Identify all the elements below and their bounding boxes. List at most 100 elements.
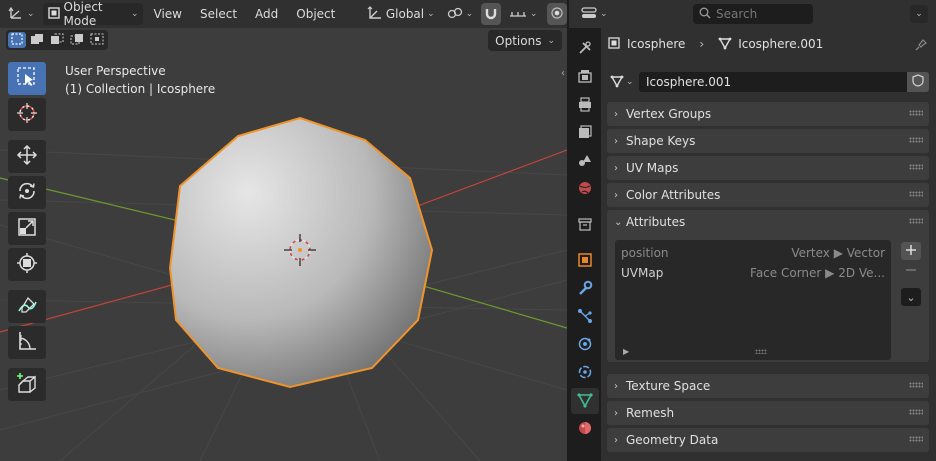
move-tool[interactable] [8, 140, 46, 173]
drag-handle-icon[interactable] [909, 110, 923, 116]
menu-object[interactable]: Object [289, 3, 342, 25]
drag-handle-icon[interactable] [909, 164, 923, 170]
properties-options-button[interactable]: ⌄ [910, 5, 928, 23]
tab-world[interactable] [571, 176, 599, 202]
mode-selector[interactable]: Object Mode ⌄ [42, 0, 143, 28]
transform-orientation-selector[interactable]: Global ⌄ [363, 3, 439, 25]
attribute-domain: Vertex ▶ Vector [791, 246, 885, 260]
transform-icon [16, 252, 38, 277]
chevron-down-icon: ⌄ [614, 216, 623, 228]
breadcrumb: Icosphere › Icosphere.001 [607, 34, 823, 54]
plus-icon [906, 244, 916, 258]
list-item[interactable]: position Vertex ▶ Vector [621, 244, 885, 262]
cursor-tool[interactable] [8, 98, 46, 131]
material-sphere-icon [577, 420, 593, 439]
properties-tabs [569, 28, 601, 461]
proportional-editing-toggle[interactable] [547, 3, 567, 25]
image-stack-icon [577, 124, 593, 143]
tab-data[interactable] [571, 388, 599, 414]
panel-vertex-groups[interactable]: › Vertex Groups [607, 102, 929, 126]
drag-handle-icon[interactable] [909, 382, 923, 388]
datablock-browse-button[interactable]: ⌄ [607, 71, 639, 93]
select-new-button[interactable] [8, 32, 26, 48]
mesh-data-icon [610, 74, 624, 91]
tab-constraints[interactable] [571, 360, 599, 386]
icosphere-mesh[interactable] [168, 116, 434, 389]
cursor-icon [16, 102, 38, 127]
panel-shape-keys[interactable]: › Shape Keys [607, 129, 929, 153]
tab-scene[interactable] [571, 148, 599, 174]
tab-render[interactable] [571, 64, 599, 90]
menu-add[interactable]: Add [248, 3, 285, 25]
add-cube-icon [16, 372, 38, 397]
drag-handle-icon[interactable] [909, 409, 923, 415]
drag-handle-icon[interactable] [909, 137, 923, 143]
attributes-list[interactable]: position Vertex ▶ Vector UVMap Face Corn… [615, 240, 891, 360]
tab-object[interactable] [571, 248, 599, 274]
tab-modifiers[interactable] [571, 276, 599, 302]
panel-remesh[interactable]: › Remesh [607, 401, 929, 425]
remove-attribute-button[interactable] [901, 262, 921, 280]
select-extend-icon [30, 33, 44, 48]
chevron-down-icon: ⌄ [27, 9, 35, 19]
annotate-icon [16, 294, 38, 319]
chevron-down-icon: ⌄ [465, 9, 474, 19]
drag-handle-icon[interactable] [909, 218, 923, 224]
chevron-down-icon: ⌄ [906, 290, 916, 304]
add-attribute-button[interactable] [901, 242, 921, 260]
attribute-specials-menu[interactable]: ⌄ [901, 288, 921, 306]
attributes-panel-body: position Vertex ▶ Vector UVMap Face Corn… [607, 234, 929, 362]
snap-target-selector[interactable]: ⌄ [505, 3, 542, 25]
select-subtract-button[interactable] [48, 32, 66, 48]
tab-view-layer[interactable] [571, 120, 599, 146]
datablock-name-field[interactable]: Icosphere.001 [639, 72, 907, 92]
list-item[interactable]: UVMap Face Corner ▶ 2D Ve... [621, 264, 885, 282]
menu-view[interactable]: View [147, 3, 189, 25]
chevron-right-icon: › [614, 189, 618, 201]
tab-output[interactable] [571, 92, 599, 118]
chevron-right-icon: › [614, 407, 618, 419]
object-icon [607, 36, 621, 53]
select-box-tool[interactable] [8, 62, 46, 95]
3d-viewport[interactable]: ⌄ Object Mode ⌄ View Select Add Object G… [0, 0, 567, 461]
select-extend-button[interactable] [28, 32, 46, 48]
list-filter-toggle-icon[interactable]: ▶ [623, 347, 629, 356]
menu-select[interactable]: Select [193, 3, 244, 25]
add-cube-tool[interactable] [8, 368, 46, 401]
drag-handle-icon[interactable] [909, 436, 923, 442]
snap-toggle[interactable] [481, 3, 501, 25]
scale-tool[interactable] [8, 212, 46, 245]
options-dropdown[interactable]: Options ⌄ [488, 30, 562, 51]
tab-physics[interactable] [571, 332, 599, 358]
select-invert-button[interactable] [68, 32, 86, 48]
list-resize-handle-icon[interactable] [755, 349, 767, 354]
properties-search-input[interactable]: Search [693, 4, 813, 24]
annotate-tool[interactable] [8, 290, 46, 323]
sidebar-expand-icon[interactable]: ‹ [561, 68, 565, 79]
chevron-down-icon: ⌄ [529, 9, 538, 19]
panel-attributes[interactable]: ⌄ Attributes [607, 210, 929, 234]
panel-color-attributes[interactable]: › Color Attributes [607, 183, 929, 207]
editor-type-button[interactable]: ⌄ [577, 3, 612, 25]
viewport-info-overlay: User Perspective (1) Collection | Icosph… [65, 62, 215, 98]
rotate-tool[interactable] [8, 176, 46, 209]
wrench-icon [577, 280, 593, 299]
tab-tool[interactable] [571, 36, 599, 62]
select-intersect-icon [90, 33, 104, 48]
tab-particles[interactable] [571, 304, 599, 330]
panel-texture-space[interactable]: › Texture Space [607, 374, 929, 398]
tab-collection[interactable] [571, 212, 599, 238]
transform-tool[interactable] [8, 248, 46, 281]
panel-uv-maps[interactable]: › UV Maps [607, 156, 929, 180]
drag-handle-icon[interactable] [909, 191, 923, 197]
chevron-right-icon: › [614, 380, 618, 392]
tab-material[interactable] [571, 416, 599, 442]
measure-tool[interactable] [8, 326, 46, 359]
fake-user-toggle[interactable] [907, 72, 929, 92]
pivot-point-selector[interactable]: ⌄ [443, 3, 478, 25]
select-intersect-button[interactable] [88, 32, 106, 48]
chevron-right-icon: › [614, 135, 618, 147]
panel-geometry-data[interactable]: › Geometry Data [607, 428, 929, 452]
editor-type-button[interactable]: ⌄ [4, 3, 39, 25]
pin-icon[interactable] [914, 38, 928, 55]
